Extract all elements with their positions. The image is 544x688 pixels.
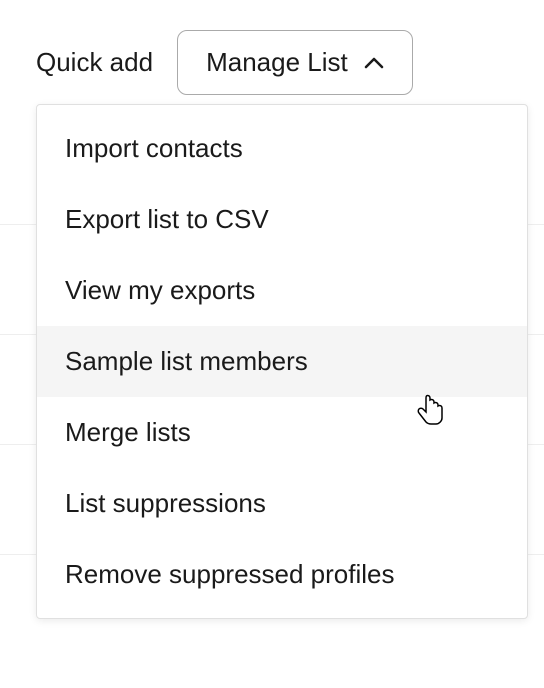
dropdown-item-label: List suppressions bbox=[65, 488, 266, 518]
dropdown-item-label: Merge lists bbox=[65, 417, 191, 447]
dropdown-item-sample-members[interactable]: Sample list members bbox=[37, 326, 527, 397]
dropdown-item-export-csv[interactable]: Export list to CSV bbox=[37, 184, 527, 255]
manage-list-label: Manage List bbox=[206, 47, 348, 78]
manage-list-dropdown: Import contacts Export list to CSV View … bbox=[36, 104, 528, 619]
quick-add-button[interactable]: Quick add bbox=[36, 47, 153, 78]
dropdown-item-import-contacts[interactable]: Import contacts bbox=[37, 113, 527, 184]
dropdown-item-label: View my exports bbox=[65, 275, 255, 305]
dropdown-item-view-exports[interactable]: View my exports bbox=[37, 255, 527, 326]
dropdown-item-remove-suppressed[interactable]: Remove suppressed profiles bbox=[37, 539, 527, 610]
dropdown-item-merge-lists[interactable]: Merge lists bbox=[37, 397, 527, 468]
manage-list-button[interactable]: Manage List bbox=[177, 30, 413, 95]
dropdown-item-label: Sample list members bbox=[65, 346, 308, 376]
dropdown-item-label: Export list to CSV bbox=[65, 204, 269, 234]
toolbar: Quick add Manage List bbox=[0, 0, 544, 95]
dropdown-item-label: Remove suppressed profiles bbox=[65, 559, 395, 589]
dropdown-item-label: Import contacts bbox=[65, 133, 243, 163]
dropdown-item-list-suppressions[interactable]: List suppressions bbox=[37, 468, 527, 539]
chevron-up-icon bbox=[364, 53, 384, 73]
